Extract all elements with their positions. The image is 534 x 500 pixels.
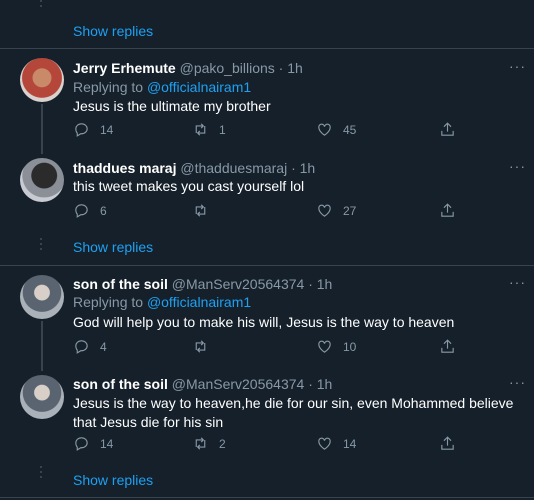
author-handle[interactable]: @ManServ20564374 · 1h [172, 376, 333, 392]
heart-icon [318, 123, 331, 136]
reply-icon [75, 204, 88, 218]
reply-icon [75, 123, 88, 137]
retweet-button[interactable] [192, 338, 219, 355]
more-options-icon[interactable]: ··· [509, 274, 526, 290]
tweet-header: son of the soil @ManServ20564374 · 1h [73, 276, 332, 292]
replying-prefix: Replying to [73, 79, 147, 95]
retweet-count: 2 [219, 436, 226, 451]
more-options-icon[interactable]: ··· [509, 374, 526, 390]
avatar[interactable] [20, 375, 64, 419]
reply-button[interactable]: 14 [73, 121, 113, 138]
avatar[interactable] [20, 275, 64, 319]
share-icon [441, 122, 454, 136]
reply-count: 6 [100, 203, 107, 218]
avatar[interactable] [20, 58, 64, 102]
author-name[interactable]: son of the soil [73, 276, 168, 292]
divider [0, 265, 534, 266]
replying-to-link[interactable]: @officialnairam1 [147, 294, 251, 310]
tweet-actions: 14 1 45 [73, 121, 473, 141]
retweet-icon [195, 340, 206, 353]
reply-button[interactable]: 6 [73, 202, 107, 219]
share-icon [441, 436, 454, 450]
thread-dots [40, 466, 42, 481]
tweet-actions: 4 10 [73, 338, 473, 358]
like-button[interactable]: 45 [316, 121, 356, 138]
author-handle[interactable]: @thadduesmaraj · 1h [180, 160, 315, 176]
like-button[interactable]: 10 [316, 338, 356, 355]
like-count: 10 [343, 339, 357, 354]
share-button[interactable] [439, 338, 456, 355]
tweet-text: this tweet makes you cast yourself lol [73, 178, 305, 194]
share-icon [441, 339, 454, 353]
show-replies-link[interactable]: Show replies [73, 472, 153, 488]
more-options-icon[interactable]: ··· [509, 58, 526, 74]
thread-line [41, 321, 43, 371]
retweet-button[interactable]: 2 [192, 435, 226, 452]
heart-icon [318, 340, 331, 353]
retweet-count: 1 [219, 122, 226, 137]
thread-dots [40, 0, 42, 10]
like-button[interactable]: 14 [316, 435, 356, 452]
retweet-button[interactable]: 1 [192, 121, 226, 138]
replying-prefix: Replying to [73, 294, 147, 310]
reply-button[interactable]: 4 [73, 338, 107, 355]
reply-count: 4 [100, 339, 107, 354]
reply-icon [75, 437, 88, 451]
reply-count: 14 [100, 122, 114, 137]
like-count: 27 [343, 203, 357, 218]
retweet-icon [195, 437, 206, 450]
tweet-header: son of the soil @ManServ20564374 · 1h [73, 376, 332, 392]
tweet-actions: 14 2 14 [73, 435, 473, 455]
heart-icon [318, 437, 331, 450]
share-button[interactable] [439, 435, 456, 452]
tweet-header: thaddues maraj @thadduesmaraj · 1h [73, 160, 315, 176]
show-replies-link[interactable]: Show replies [73, 23, 153, 39]
more-options-icon[interactable]: ··· [509, 158, 526, 174]
author-name[interactable]: thaddues maraj [73, 160, 176, 176]
author-handle[interactable]: @ManServ20564374 · 1h [172, 276, 333, 292]
show-replies-link[interactable]: Show replies [73, 239, 153, 255]
share-button[interactable] [439, 121, 456, 138]
reply-icon [75, 340, 88, 354]
share-icon [441, 203, 454, 217]
tweet-header: Jerry Erhemute @pako_billions · 1h [73, 60, 303, 76]
like-count: 14 [343, 436, 357, 451]
tweet-text: Jesus is the ultimate my brother [73, 98, 271, 114]
tweet-actions: 6 27 [73, 202, 473, 222]
replying-to-link[interactable]: @officialnairam1 [147, 79, 251, 95]
thread-line [41, 104, 43, 154]
retweet-icon [195, 204, 206, 217]
avatar[interactable] [20, 158, 64, 202]
like-count: 45 [343, 122, 357, 137]
tweet-text: God will help you to make his will, Jesu… [73, 314, 455, 330]
like-button[interactable]: 27 [316, 202, 356, 219]
reply-count: 14 [100, 436, 114, 451]
tweet-text: Jesus is the way to heaven,he die for ou… [73, 395, 514, 430]
replying-to: Replying to @officialnairam1 [73, 79, 251, 95]
author-handle[interactable]: @pako_billions · 1h [180, 60, 303, 76]
reply-button[interactable]: 14 [73, 435, 113, 452]
author-name[interactable]: Jerry Erhemute [73, 60, 176, 76]
divider [0, 497, 534, 498]
heart-icon [318, 204, 331, 217]
replying-to: Replying to @officialnairam1 [73, 294, 251, 310]
share-button[interactable] [439, 202, 456, 219]
thread-dots [40, 238, 42, 253]
retweet-icon [195, 123, 206, 136]
retweet-button[interactable] [192, 202, 219, 219]
divider [0, 48, 534, 49]
author-name[interactable]: son of the soil [73, 376, 168, 392]
